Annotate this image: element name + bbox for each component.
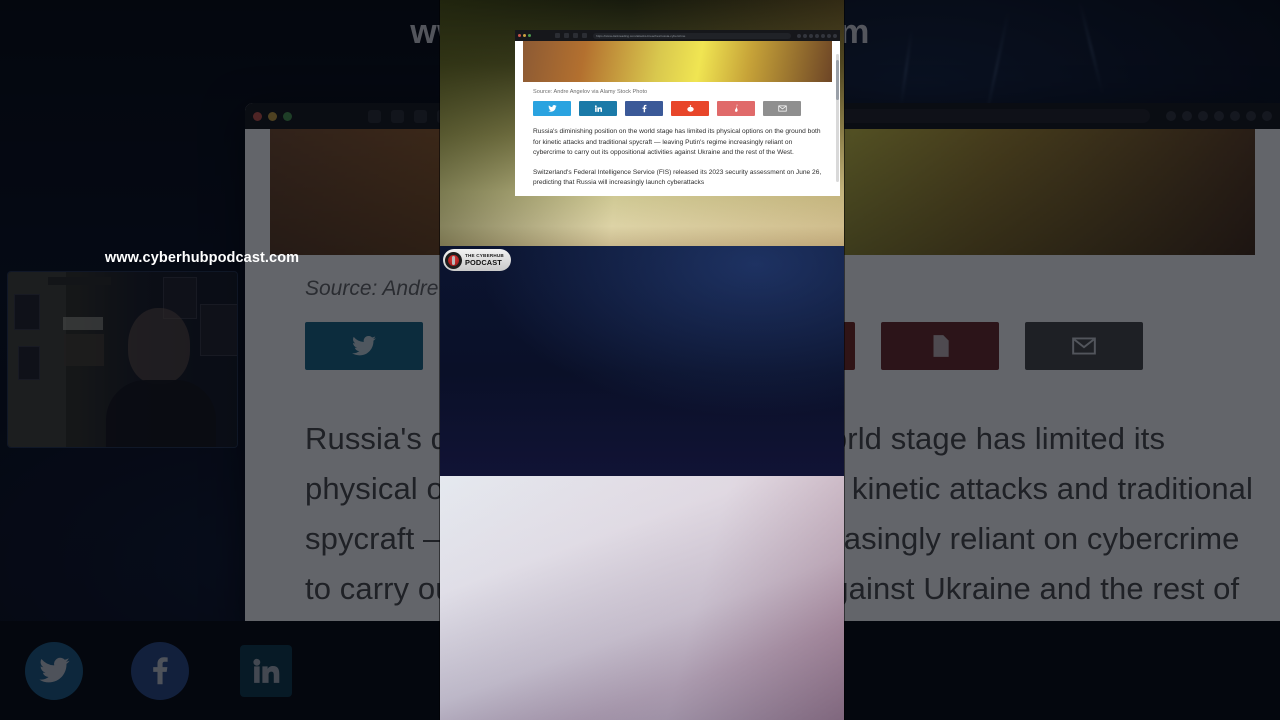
share-reddit-button[interactable] (671, 101, 709, 116)
extension-icon[interactable] (821, 33, 825, 38)
overlay-brand-logo: THE CYBERHUB PODCAST (443, 249, 511, 271)
overlay-scrollbar[interactable] (836, 54, 839, 182)
vertical-video-overlay: https://www.darkreading.com/attacks-brea… (440, 0, 844, 720)
reload-icon[interactable] (573, 33, 578, 38)
extension-icon[interactable] (815, 33, 819, 38)
microphone-icon (445, 251, 462, 269)
maximize-icon[interactable] (528, 34, 531, 37)
share-linkedin-button[interactable] (579, 101, 617, 116)
share-email-button[interactable] (763, 101, 801, 116)
overlay-bottom-gradient (440, 476, 844, 720)
overlay-browser-window: https://www.darkreading.com/attacks-brea… (515, 30, 840, 196)
overlay-address-bar[interactable]: https://www.darkreading.com/attacks-brea… (593, 32, 791, 39)
minimize-icon[interactable] (523, 34, 526, 37)
bookmark-icon[interactable] (582, 33, 587, 38)
share-twitter-button[interactable] (533, 101, 571, 116)
brand-logo-text: THE CYBERHUB PODCAST (465, 252, 504, 268)
overlay-paragraph: Russia's diminishing position on the wor… (533, 128, 821, 157)
profile-icon[interactable] (827, 33, 831, 38)
overlay-content-band (440, 246, 844, 476)
share-pdf-button[interactable] (717, 101, 755, 116)
overlay-browser-chrome: https://www.darkreading.com/attacks-brea… (515, 30, 840, 41)
extension-icon[interactable] (797, 33, 801, 38)
overlay-paragraph: Switzerland's Federal Intelligence Servi… (533, 168, 822, 187)
overlay-page-content: Source: Andre Angelov via Alamy Stock Ph… (515, 41, 840, 196)
share-facebook-button[interactable] (625, 101, 663, 116)
extension-icon[interactable] (803, 33, 807, 38)
menu-icon[interactable] (833, 33, 837, 38)
overlay-website-url: www.cyberhubpodcast.com (104, 250, 300, 266)
overlay-share-buttons (533, 101, 801, 116)
overlay-hero-image (523, 41, 832, 82)
extension-icon[interactable] (809, 33, 813, 38)
overlay-image-credit: Source: Andre Angelov via Alamy Stock Ph… (533, 89, 648, 95)
back-icon[interactable] (564, 33, 569, 38)
close-icon[interactable] (518, 34, 521, 37)
sidebar-toggle-icon[interactable] (555, 33, 560, 38)
overlay-article-body: Russia's diminishing position on the wor… (533, 127, 823, 196)
